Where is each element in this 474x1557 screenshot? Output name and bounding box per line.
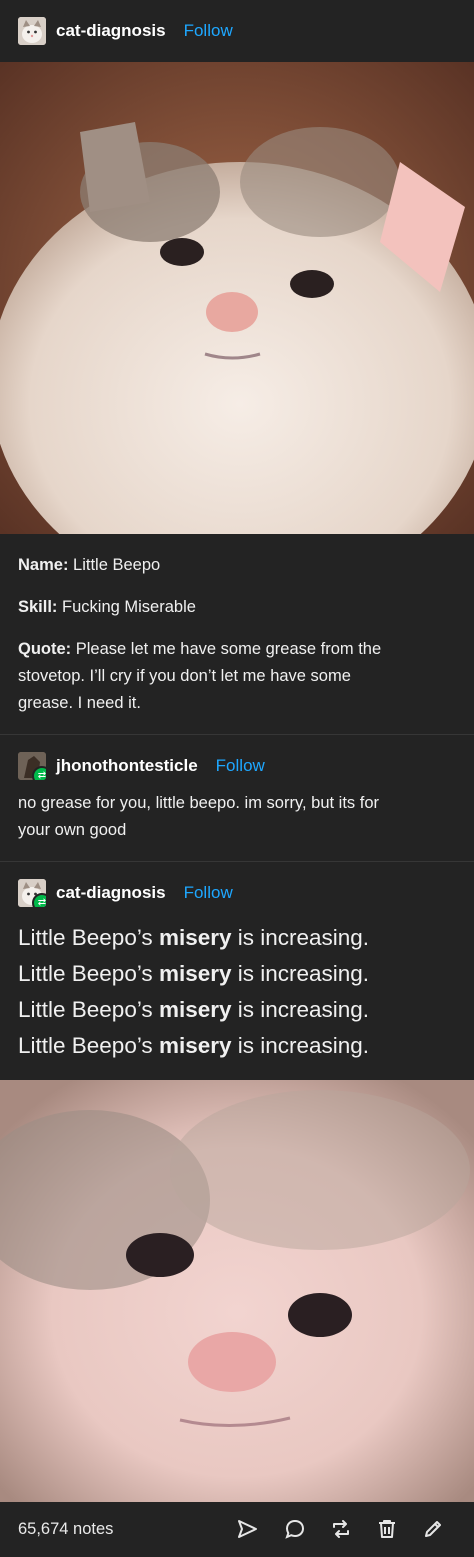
quote-text-3: grease. I need it. xyxy=(18,694,141,712)
post-caption: Name: Little Beepo Skill: Fucking Misera… xyxy=(0,534,474,734)
phrase-before: Little Beepo’s xyxy=(18,997,159,1022)
phrase-bold: misery xyxy=(158,925,232,950)
reply-icon[interactable] xyxy=(284,1518,306,1540)
follow-button[interactable]: Follow xyxy=(184,883,233,903)
kitten-closeup-photo xyxy=(0,1080,474,1502)
phrase-bold: misery xyxy=(158,961,232,986)
post-header: cat-diagnosis Follow xyxy=(0,0,474,62)
reblog-text-line-2: your own good xyxy=(18,821,127,839)
blog-avatar[interactable] xyxy=(18,17,46,45)
reblogger-name[interactable]: cat-diagnosis xyxy=(56,883,166,903)
delete-icon[interactable] xyxy=(376,1518,398,1540)
cat-avatar-icon xyxy=(18,17,46,45)
misery-line: Little Beepo’s misery is increasing. xyxy=(18,920,369,956)
misery-line: Little Beepo’s misery is increasing. xyxy=(18,992,369,1028)
reblog-text: no grease for you, little beepo. im sorr… xyxy=(18,790,458,844)
phrase-before: Little Beepo’s xyxy=(18,961,159,986)
name-label: Name: xyxy=(18,556,69,574)
kitten-closeup-image xyxy=(0,1080,474,1502)
skill-line: Skill: Fucking Miserable xyxy=(18,594,448,621)
follow-button[interactable]: Follow xyxy=(216,756,265,776)
name-line: Name: Little Beepo xyxy=(18,552,448,579)
kitten-photo xyxy=(0,62,474,534)
phrase-bold: misery xyxy=(158,997,232,1022)
quote-text-1: Please let me have some grease from the xyxy=(71,640,382,658)
skill-value: Fucking Miserable xyxy=(57,598,196,616)
name-value: Little Beepo xyxy=(68,556,161,574)
reblog-badge-icon: ⇄ xyxy=(32,766,46,780)
skill-label: Skill: xyxy=(18,598,58,616)
reblog-header: ⇄ cat-diagnosis Follow xyxy=(18,879,233,907)
phrase-after: is increasing. xyxy=(231,961,370,986)
notes-count[interactable]: 65,674 notes xyxy=(18,1520,113,1539)
phrase-bold: misery xyxy=(158,1033,232,1058)
phrase-after: is increasing. xyxy=(231,925,370,950)
quote-label: Quote: xyxy=(18,640,72,658)
reblogger-avatar[interactable]: ⇄ xyxy=(18,752,46,780)
phrase-after: is increasing. xyxy=(231,997,370,1022)
phrase-before: Little Beepo’s xyxy=(18,925,159,950)
blog-name[interactable]: cat-diagnosis xyxy=(56,21,166,41)
misery-line: Little Beepo’s misery is increasing. xyxy=(18,956,369,992)
reblog-badge-icon: ⇄ xyxy=(32,893,46,907)
reblog-entry: ⇄ jhonothontesticle Follow no grease for… xyxy=(0,735,474,861)
misery-line: Little Beepo’s misery is increasing. xyxy=(18,1028,369,1064)
reblogger-name[interactable]: jhonothontesticle xyxy=(56,756,198,776)
phrase-before: Little Beepo’s xyxy=(18,1033,159,1058)
kitten-image xyxy=(0,62,474,534)
reblogger-avatar[interactable]: ⇄ xyxy=(18,879,46,907)
post-footer: 65,674 notes xyxy=(0,1502,474,1557)
quote-line: Quote: Please let me have some grease fr… xyxy=(18,636,448,663)
follow-button[interactable]: Follow xyxy=(184,21,233,41)
share-icon[interactable] xyxy=(236,1518,258,1540)
edit-icon[interactable] xyxy=(422,1518,444,1540)
reblog-entry: ⇄ cat-diagnosis Follow Little Beepo’s mi… xyxy=(0,862,474,1080)
reblog-header: ⇄ jhonothontesticle Follow xyxy=(18,752,265,780)
quote-text-2: stovetop. I’ll cry if you don’t let me h… xyxy=(18,667,351,685)
phrase-after: is increasing. xyxy=(231,1033,370,1058)
reblog-icon[interactable] xyxy=(330,1518,352,1540)
reblog-text-line-1: no grease for you, little beepo. im sorr… xyxy=(18,794,380,812)
